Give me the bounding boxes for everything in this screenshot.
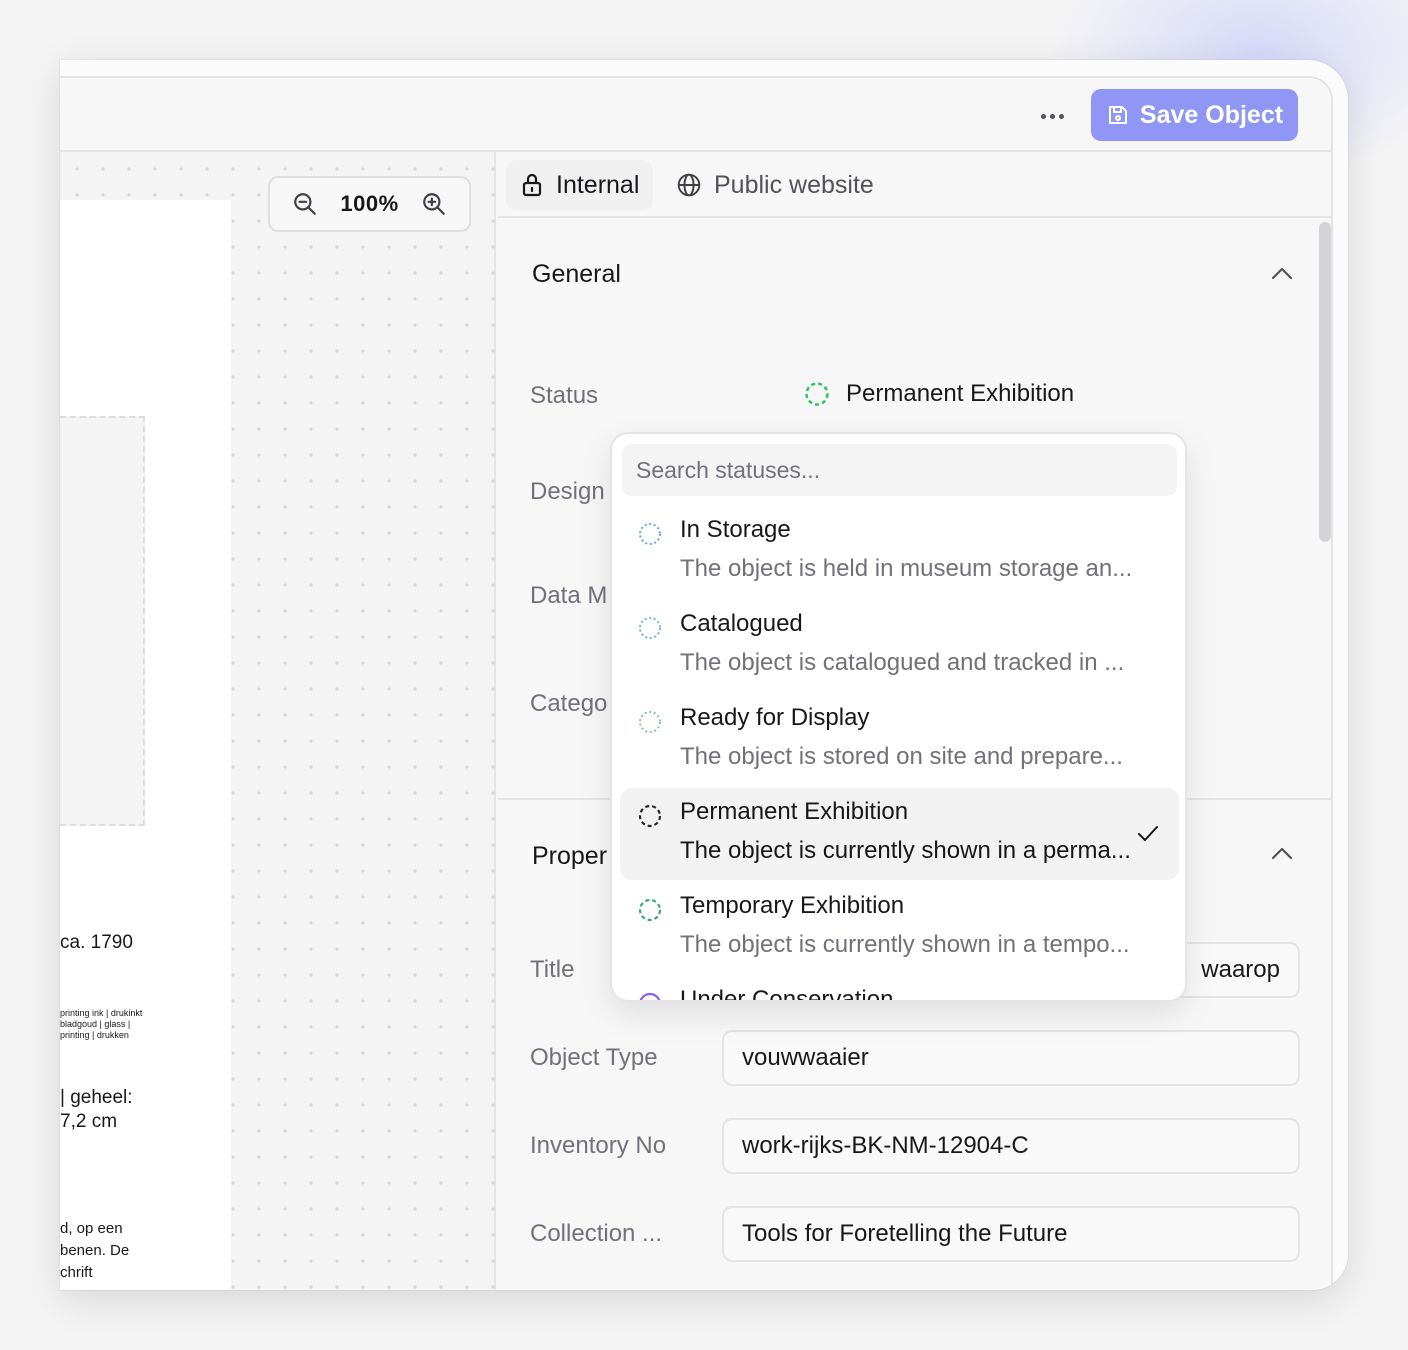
status-value: Permanent Exhibition bbox=[846, 380, 1075, 407]
status-circle-icon bbox=[638, 804, 662, 828]
preview-description-text: d, op een benen. De chrift bbox=[60, 1220, 130, 1281]
option-description: The object is catalogued and tracked in … bbox=[680, 649, 1125, 676]
top-bar: Save Object bbox=[60, 78, 1331, 152]
status-option-under-conservation[interactable]: Under Conservation bbox=[620, 976, 1179, 1002]
option-description: The object is currently shown in a tempo… bbox=[680, 931, 1130, 958]
collection-field[interactable]: Tools for Foretelling the Future bbox=[722, 1206, 1300, 1262]
inventory-no-label: Inventory No bbox=[530, 1132, 667, 1159]
status-circle-icon bbox=[639, 617, 661, 639]
status-label: Status bbox=[530, 382, 599, 409]
save-object-label: Save Object bbox=[1139, 100, 1284, 129]
status-circle-icon bbox=[639, 992, 661, 1000]
dot-icon bbox=[1040, 113, 1046, 119]
status-option-in-storage[interactable]: In Storage The object is held in museum … bbox=[620, 506, 1179, 598]
panel-scrollbar[interactable] bbox=[1319, 222, 1331, 542]
zoom-out-icon[interactable] bbox=[292, 191, 318, 217]
design-label: Design bbox=[530, 478, 605, 505]
status-dropdown: In Storage The object is held in museum … bbox=[610, 432, 1187, 1002]
save-object-button[interactable]: Save Object bbox=[1091, 89, 1298, 141]
general-section-title: General bbox=[532, 260, 621, 288]
preview-date-text: ca. 1790 bbox=[60, 932, 133, 953]
option-title: Temporary Exhibition bbox=[680, 892, 905, 919]
object-type-field[interactable]: vouwwaaier bbox=[722, 1030, 1300, 1086]
tab-internal-label: Internal bbox=[556, 170, 640, 199]
check-icon bbox=[1138, 826, 1158, 841]
option-title: Permanent Exhibition bbox=[680, 798, 909, 825]
option-title: Ready for Display bbox=[680, 704, 870, 731]
option-description: The object is stored on site and prepare… bbox=[680, 743, 1123, 770]
title-label: Title bbox=[530, 956, 575, 983]
option-title: Catalogued bbox=[680, 610, 803, 637]
status-option-permanent-exhibition[interactable]: Permanent Exhibition The object is curre… bbox=[620, 788, 1179, 880]
inventory-no-value: work-rijks-BK-NM-12904-C bbox=[742, 1132, 1029, 1159]
category-label: Catego bbox=[530, 690, 608, 717]
status-option-temporary-exhibition[interactable]: Temporary Exhibition The object is curre… bbox=[620, 882, 1179, 974]
chevron-up-icon[interactable] bbox=[1271, 266, 1293, 280]
preview-materials-text: printing ink | drukinkt bladgoud | glass… bbox=[60, 1008, 143, 1040]
status-search-input[interactable] bbox=[622, 444, 1177, 496]
status-circle-icon bbox=[805, 382, 829, 406]
option-title: In Storage bbox=[680, 516, 791, 543]
chevron-up-icon[interactable] bbox=[1271, 846, 1293, 860]
option-description: The object is held in museum storage an.… bbox=[680, 555, 1133, 582]
object-type-label: Object Type bbox=[530, 1044, 658, 1071]
save-icon bbox=[1108, 106, 1127, 124]
lock-icon bbox=[522, 173, 542, 197]
zoom-level: 100% bbox=[340, 191, 399, 216]
document-preview: ca. 1790 printing ink | drukinkt bladgou… bbox=[60, 200, 231, 1290]
globe-icon bbox=[677, 173, 701, 197]
zoom-control: 100% bbox=[268, 176, 471, 232]
option-description: The object is currently shown in a perma… bbox=[680, 837, 1131, 864]
title-field-value: waarop bbox=[1201, 956, 1280, 983]
status-circle-icon bbox=[639, 523, 661, 545]
tab-public-website[interactable]: Public website bbox=[662, 160, 888, 210]
status-circle-icon bbox=[638, 898, 662, 922]
dot-icon bbox=[1049, 113, 1055, 119]
properties-section-title: Proper bbox=[532, 842, 608, 870]
tab-public-website-label: Public website bbox=[714, 170, 874, 199]
tab-internal[interactable]: Internal bbox=[506, 160, 654, 210]
status-option-catalogued[interactable]: Catalogued The object is catalogued and … bbox=[620, 600, 1179, 692]
collection-value: Tools for Foretelling the Future bbox=[742, 1220, 1068, 1247]
data-label: Data M bbox=[530, 582, 608, 609]
tab-bar: Internal Public website bbox=[498, 152, 1331, 218]
inventory-no-field[interactable]: work-rijks-BK-NM-12904-C bbox=[722, 1118, 1300, 1174]
object-type-value: vouwwaaier bbox=[742, 1044, 869, 1071]
collection-label: Collection ... bbox=[530, 1220, 663, 1247]
more-options-button[interactable] bbox=[1030, 98, 1074, 134]
option-title: Under Conservation bbox=[680, 986, 894, 1002]
status-option-ready-for-display[interactable]: Ready for Display The object is stored o… bbox=[620, 694, 1179, 786]
zoom-in-icon[interactable] bbox=[421, 191, 447, 217]
dot-icon bbox=[1058, 113, 1064, 119]
status-select[interactable]: Permanent Exhibition bbox=[804, 380, 1074, 408]
status-circle-icon bbox=[639, 711, 661, 733]
preview-dimensions-text: | geheel: 7,2 cm bbox=[60, 1087, 133, 1132]
image-placeholder bbox=[60, 416, 145, 826]
preview-canvas[interactable]: ca. 1790 printing ink | drukinkt bladgou… bbox=[60, 152, 496, 1290]
